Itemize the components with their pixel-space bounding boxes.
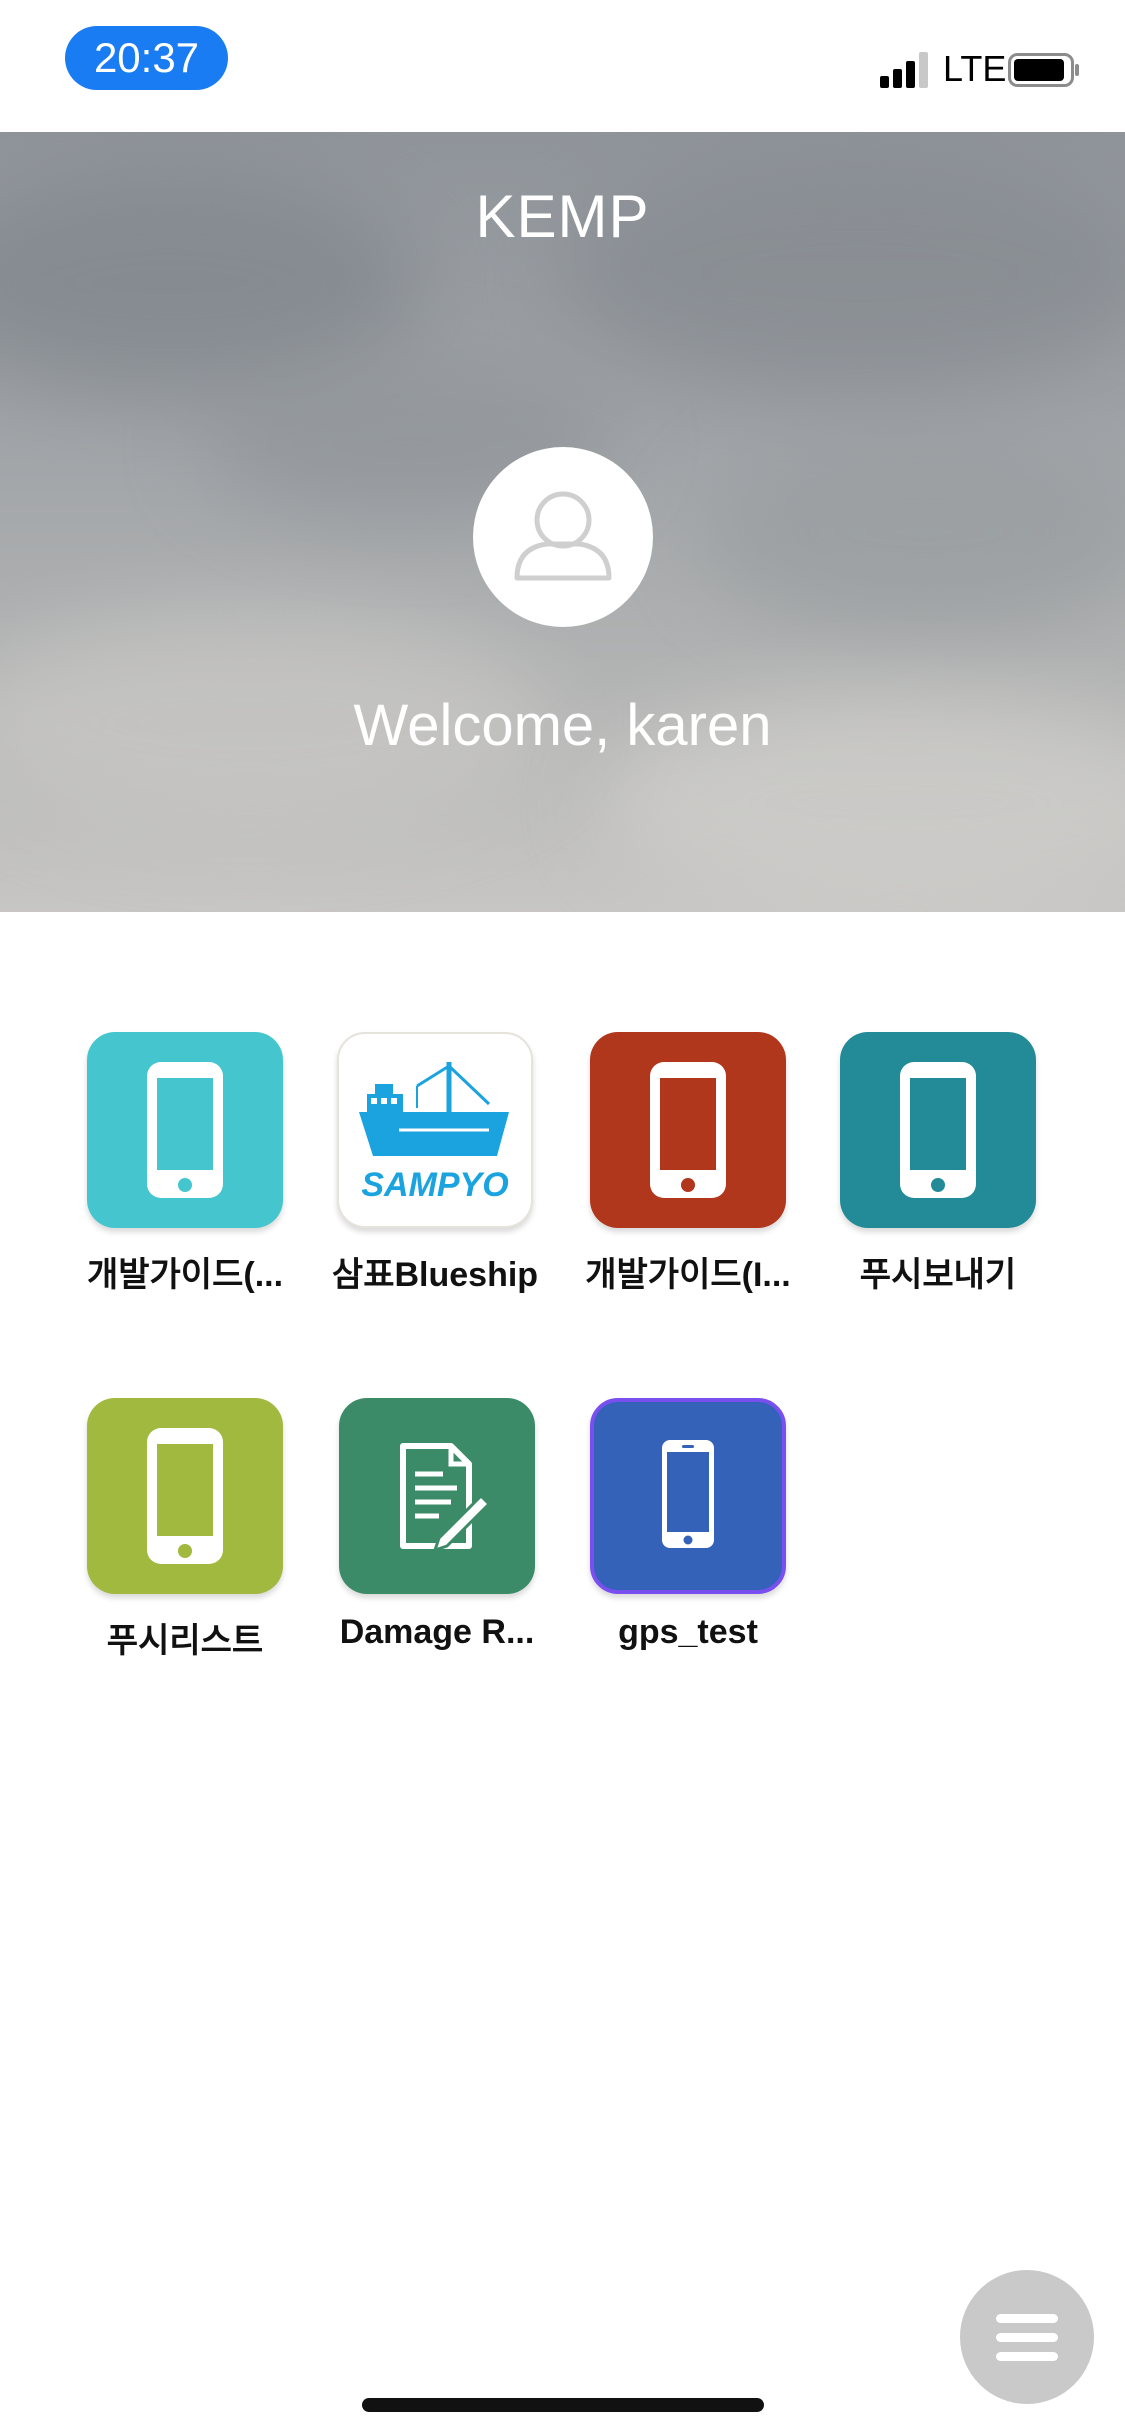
menu-button[interactable] <box>960 2270 1094 2404</box>
phone-icon <box>590 1398 786 1594</box>
app-push-list[interactable]: 푸시리스트 <box>25 1398 283 1660</box>
phone-icon <box>87 1032 283 1228</box>
signal-icon <box>880 52 928 88</box>
welcome-message: Welcome, karen <box>353 693 772 758</box>
app-dev-guide-2[interactable]: 개발가이드(I... <box>525 1032 791 1294</box>
status-time: 20:37 <box>65 26 228 90</box>
app-sampyo-blueship[interactable]: SAMPYO 삼표Blueship <box>275 1032 538 1294</box>
document-edit-icon <box>339 1398 535 1594</box>
phone-icon <box>840 1032 1036 1228</box>
sampyo-ship-logo: SAMPYO <box>337 1032 533 1228</box>
avatar[interactable] <box>473 447 653 627</box>
profile-header: KEMP Welcome, karen <box>0 132 1125 912</box>
app-label: 푸시보내기 <box>859 1256 1017 1294</box>
network-type: LTE <box>943 48 1007 89</box>
app-push-send[interactable]: 푸시보내기 <box>775 1032 1036 1294</box>
status-bar: 20:37 LTE <box>0 0 1125 132</box>
user-icon <box>514 491 612 581</box>
home-indicator[interactable] <box>362 2398 764 2412</box>
app-title: KEMP <box>475 183 650 250</box>
app-dev-guide-1[interactable]: 개발가이드(... <box>25 1032 283 1294</box>
app-label: gps_test <box>618 1613 758 1651</box>
app-gps-test[interactable]: gps_test <box>525 1398 786 1658</box>
battery-icon <box>1008 53 1079 87</box>
app-damage-report[interactable]: Damage R... <box>275 1398 535 1658</box>
sampyo-logo-text: SAMPYO <box>361 1166 508 1204</box>
phone-icon <box>87 1398 283 1594</box>
phone-icon <box>590 1032 786 1228</box>
